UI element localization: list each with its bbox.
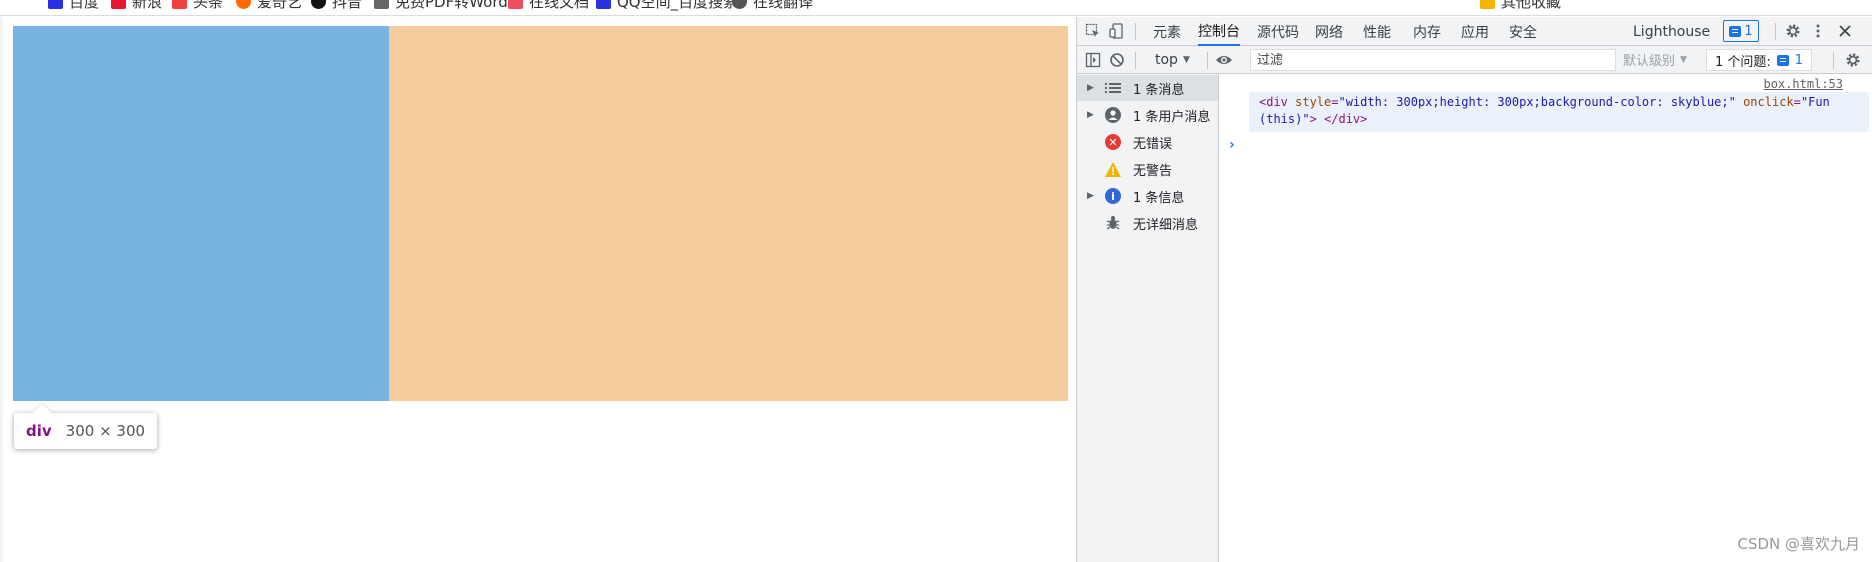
expand-arrow-icon: ▶	[1087, 191, 1094, 201]
source-link[interactable]: box.html:53	[1764, 77, 1843, 91]
bookmark-icon	[732, 0, 747, 9]
tab-network[interactable]: 网络	[1315, 17, 1343, 46]
bookmark-item[interactable]: 在线文档	[508, 0, 589, 12]
inspect-tooltip: div 300 × 300	[14, 413, 158, 449]
tab-application[interactable]: 应用	[1461, 17, 1489, 46]
bookmark-icon	[596, 0, 611, 9]
bookmark-item[interactable]: 抖音	[311, 0, 362, 12]
more-options-icon[interactable]	[1808, 21, 1828, 41]
bookmark-item[interactable]: 在线翻译	[732, 0, 813, 12]
console-prompt-icon[interactable]: ›	[1229, 137, 1235, 153]
bookmark-icon	[111, 0, 126, 9]
issues-count-button[interactable]: 1 个问题: 1	[1706, 49, 1813, 71]
sidebar-item-warnings[interactable]: 无警告	[1077, 156, 1218, 182]
message-icon	[1729, 25, 1742, 37]
bookmark-icon	[48, 0, 63, 9]
tab-memory[interactable]: 内存	[1413, 17, 1441, 46]
device-toolbar-icon[interactable]	[1107, 21, 1127, 41]
console-toolbar: top ▼ 默认级别 ▼ 1 个问题: 1	[1077, 46, 1872, 74]
expand-arrow-icon: ▶	[1087, 83, 1094, 93]
bookmark-icon	[172, 0, 187, 9]
bookmark-item[interactable]: QQ空间_百度搜索	[596, 0, 738, 12]
bookmark-item[interactable]: 头条	[172, 0, 223, 12]
user-icon	[1105, 107, 1121, 123]
bookmark-item[interactable]: 百度	[48, 0, 99, 12]
warning-icon	[1105, 161, 1121, 177]
sidebar-item-user-messages[interactable]: ▶ 1 条用户消息	[1077, 102, 1218, 128]
tooltip-dimensions: 300 × 300	[65, 422, 146, 440]
sidebar-item-errors[interactable]: ✕ 无错误	[1077, 129, 1218, 155]
settings-gear-icon[interactable]	[1783, 21, 1803, 41]
bookmark-icon	[311, 0, 326, 9]
tab-security[interactable]: 安全	[1509, 17, 1537, 46]
close-icon[interactable]	[1835, 21, 1855, 41]
bookmark-icon	[236, 0, 251, 9]
console-sidebar: ▶ 1 条消息 ▶ 1 条用户消息 ✕ 无错误 无警告 ▶ i 1 条信息 无详…	[1077, 74, 1219, 562]
sidebar-item-info[interactable]: ▶ i 1 条信息	[1077, 183, 1218, 209]
sidebar-toggle-icon[interactable]	[1083, 50, 1103, 70]
message-icon	[1776, 54, 1789, 66]
console-filter-input[interactable]	[1250, 49, 1616, 71]
dropdown-arrow-icon: ▼	[1680, 54, 1687, 65]
log-entry[interactable]: <div style="width: 300px;height: 300px;b…	[1249, 92, 1869, 132]
issues-badge[interactable]: 1	[1723, 20, 1759, 42]
divider	[1135, 23, 1136, 40]
bookmark-item[interactable]: 其他收藏	[1480, 0, 1561, 12]
folder-icon	[1480, 0, 1495, 9]
bookmark-item[interactable]: 新浪	[111, 0, 162, 12]
live-expression-eye-icon[interactable]	[1214, 50, 1234, 70]
divider	[1207, 52, 1208, 69]
expand-arrow-icon: ▶	[1087, 110, 1094, 120]
tooltip-tag: div	[26, 422, 52, 440]
tab-lighthouse[interactable]: Lighthouse	[1633, 17, 1710, 46]
console-output: box.html:53 <div style="width: 300px;hei…	[1219, 74, 1872, 562]
list-icon	[1105, 80, 1121, 96]
highlight-overlay	[389, 26, 1068, 401]
bug-icon	[1105, 215, 1121, 231]
devtools-panel: 元素 控制台 源代码 网络 性能 内存 应用 安全 Lighthouse 1 t…	[1076, 17, 1872, 562]
watermark: CSDN @喜欢九月	[1737, 535, 1860, 553]
skyblue-div[interactable]	[13, 26, 389, 401]
bookmark-icon	[508, 0, 523, 9]
inspect-element-icon[interactable]	[1083, 21, 1103, 41]
tab-sources[interactable]: 源代码	[1257, 17, 1299, 46]
dropdown-arrow-icon: ▼	[1182, 55, 1190, 65]
info-icon: i	[1105, 188, 1121, 204]
context-selector[interactable]: top ▼	[1155, 50, 1190, 70]
sidebar-item-verbose[interactable]: 无详细消息	[1077, 210, 1218, 236]
divider	[1833, 52, 1834, 69]
bookmark-item[interactable]: 免费PDF转Word	[374, 0, 508, 12]
tab-console[interactable]: 控制台	[1198, 17, 1240, 46]
divider	[1135, 52, 1136, 69]
clear-console-icon[interactable]	[1107, 50, 1127, 70]
tab-performance[interactable]: 性能	[1363, 17, 1391, 46]
log-levels-dropdown[interactable]: 默认级别 ▼	[1623, 50, 1687, 69]
bookmark-icon	[374, 0, 389, 9]
devtools-tabbar: 元素 控制台 源代码 网络 性能 内存 应用 安全 Lighthouse 1	[1077, 17, 1872, 46]
divider	[1775, 23, 1776, 40]
sidebar-item-messages[interactable]: ▶ 1 条消息	[1077, 75, 1218, 101]
bookmarks-bar: 百度 新浪 头条 爱奇艺 抖音 免费PDF转Word 在线文档 QQ空间_百度搜…	[0, 0, 1872, 16]
tab-elements[interactable]: 元素	[1153, 17, 1181, 46]
error-icon: ✕	[1105, 134, 1121, 150]
console-settings-gear-icon[interactable]	[1843, 50, 1863, 70]
page-viewport: div 300 × 300	[0, 17, 1076, 562]
bookmark-item[interactable]: 爱奇艺	[236, 0, 302, 12]
